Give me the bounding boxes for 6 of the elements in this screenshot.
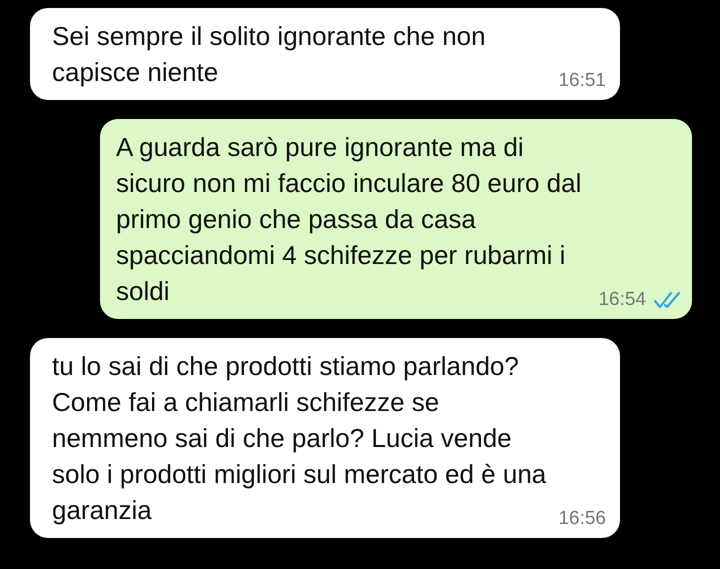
message-time: 16:51: [558, 70, 606, 92]
message-time: 16:56: [558, 508, 606, 530]
message-text: tu lo sai di che prodotti stiamo parlando? Come fai a chiamarli schifezze se nemmeno sai di che parlo? Lucia vende solo i prodotti migliori sul mercato ed è una garanzia: [52, 350, 548, 527]
message-time: 16:54: [598, 289, 646, 311]
message-text: A guarda sarò pure ignorante ma di sicuro non mi faccio inculare 80 euro dal primo genio che passa da casa spacciandomi 4 schifezze per rubarmi i soldi: [116, 131, 582, 308]
message-text: Sei sempre il solito ignorante che non capisce niente: [52, 20, 487, 89]
